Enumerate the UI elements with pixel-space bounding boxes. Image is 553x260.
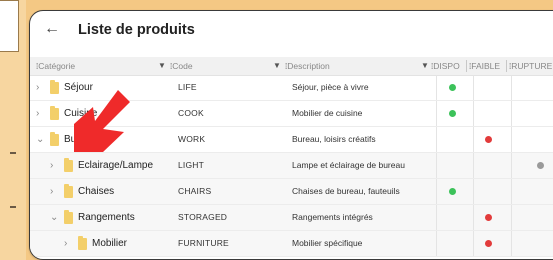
status-faible-indicator [485, 136, 492, 143]
category-name: Chaises [78, 186, 115, 197]
column-divider [473, 179, 474, 204]
column-divider [436, 205, 437, 230]
status-dispo-indicator [449, 110, 456, 117]
folder-icon [78, 236, 87, 250]
column-header-faible[interactable]: ⁞FAIBLE [469, 57, 500, 75]
column-divider [436, 179, 437, 204]
category-name: Mobilier [92, 238, 128, 249]
background-mark [10, 152, 16, 154]
status-dispo-indicator [449, 84, 456, 91]
column-divider [511, 179, 512, 204]
background-panel-box [0, 0, 19, 52]
chevron-down-icon[interactable]: ⌄ [50, 205, 58, 230]
column-divider [473, 231, 474, 256]
column-divider [473, 205, 474, 230]
category-code: STORAGED [178, 212, 228, 222]
chevron-right-icon[interactable]: › [64, 231, 67, 256]
column-divider [511, 101, 512, 126]
column-divider [473, 75, 474, 100]
column-header-dispo[interactable]: ⁞DISPO [431, 57, 460, 75]
column-divider [473, 101, 474, 126]
column-header-rupture[interactable]: ⁞RUPTURE [509, 57, 552, 75]
status-faible-indicator [485, 240, 492, 247]
column-divider [511, 153, 512, 178]
column-separator[interactable] [466, 60, 467, 72]
column-header-description[interactable]: ⁞Description [285, 57, 330, 75]
chevron-right-icon[interactable]: › [50, 179, 53, 204]
column-divider [436, 153, 437, 178]
column-divider [473, 153, 474, 178]
category-description: Mobilier de cuisine [292, 108, 363, 118]
table-row[interactable]: ⌄ Rangements STORAGED Rangements intégrés [30, 205, 553, 231]
column-divider [511, 205, 512, 230]
background-mark [10, 206, 16, 208]
filter-icon[interactable]: ▼ [273, 57, 281, 75]
category-name: Rangements [78, 212, 135, 223]
folder-icon [64, 184, 73, 198]
column-divider [511, 75, 512, 100]
category-description: Lampe et éclairage de bureau [292, 160, 405, 170]
status-faible-indicator [485, 214, 492, 221]
category-description: Séjour, pièce à vivre [292, 82, 369, 92]
category-code: CHAIRS [178, 186, 212, 196]
column-divider [436, 101, 437, 126]
filter-icon[interactable]: ▼ [421, 57, 429, 75]
category-code: FURNITURE [178, 238, 229, 248]
status-rupture-indicator [537, 162, 544, 169]
category-description: Bureau, loisirs créatifs [292, 134, 376, 144]
column-divider [473, 127, 474, 152]
table-row[interactable]: › Chaises CHAIRS Chaises de bureau, fauteui… [30, 179, 553, 205]
red-arrow-annotation [74, 90, 130, 152]
product-list-window: ← Liste de produits ⁞Catégorie ▼ ⁞Code ▼… [29, 10, 553, 260]
folder-icon [64, 210, 73, 224]
category-description: Chaises de bureau, fauteuils [292, 186, 400, 196]
column-separator[interactable] [506, 60, 507, 72]
column-divider [511, 127, 512, 152]
status-dispo-indicator [449, 188, 456, 195]
column-divider [511, 231, 512, 256]
column-divider [436, 127, 437, 152]
category-description: Mobilier spécifique [292, 238, 363, 248]
column-divider [436, 75, 437, 100]
column-divider [436, 231, 437, 256]
category-description: Rangements intégrés [292, 212, 373, 222]
table-row[interactable]: › Mobilier FURNITURE Mobilier spécifique [30, 231, 553, 257]
